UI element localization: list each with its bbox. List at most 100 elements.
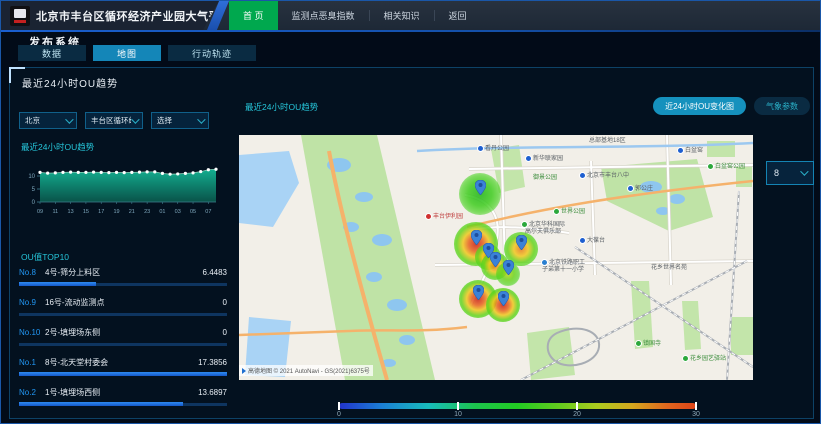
svg-text:23: 23 <box>144 209 150 215</box>
header-divider <box>1 30 820 32</box>
svg-text:11: 11 <box>52 209 58 215</box>
app-logo <box>10 6 30 26</box>
colorbar-tick <box>457 402 459 410</box>
svg-text:01: 01 <box>159 209 165 215</box>
chevron-down-icon <box>65 115 73 123</box>
colorbar-tick <box>695 402 697 410</box>
select-value: 选择 <box>157 115 197 126</box>
select-value: 丰台区循环经济产 <box>91 115 131 126</box>
map-pin-icon-6[interactable] <box>473 285 484 300</box>
svg-text:13: 13 <box>68 209 74 215</box>
rank-label: No.8 <box>19 268 45 277</box>
svg-text:05: 05 <box>190 209 196 215</box>
map-button-0[interactable]: 近24小时OU变化图 <box>653 97 746 115</box>
filter-select-1[interactable]: 丰台区循环经济产 <box>85 112 143 129</box>
panel-title: 最近24小时OU趋势 <box>22 75 118 90</box>
map-zoom-value: 8 <box>774 168 800 178</box>
top-nav: 首 页监测点恶臭指数相关知识返回 <box>229 1 481 30</box>
map[interactable]: 高德地图 © 2021 AutoNavi - GS(2021)6375号 看丹公… <box>239 135 753 380</box>
main-panel: 最近24小时OU趋势 北京丰台区循环经济产选择 最近24小时OU趋势 05100… <box>9 67 814 419</box>
svg-text:19: 19 <box>113 209 119 215</box>
map-pin-icon-1[interactable] <box>471 230 482 245</box>
nav-item-2[interactable]: 相关知识 <box>370 1 434 30</box>
value-bar-fill <box>19 372 227 376</box>
colorbar-tick <box>338 402 340 410</box>
filter-selects-row: 北京 丰台区循环经济产 选择 <box>19 112 209 129</box>
top-list-row-1[interactable]: No.916号-流动监测点0 <box>19 293 227 323</box>
rank-label: No.10 <box>19 328 45 337</box>
value-bar-fill <box>19 282 96 286</box>
map-pin-icon-4[interactable] <box>516 235 527 250</box>
filter-select-2[interactable]: 选择 <box>151 112 209 129</box>
chart-title: 最近24小时OU趋势 <box>21 141 94 153</box>
nav-item-3[interactable]: 返回 <box>435 1 481 30</box>
ou-top-list: No.84号-筛分上料区6.4483No.916号-流动监测点0No.102号-… <box>19 263 227 413</box>
station-name: 2号-填埋场东侧 <box>45 327 223 338</box>
svg-text:10: 10 <box>28 174 35 180</box>
ou-value: 0 <box>223 298 227 307</box>
svg-text:07: 07 <box>205 209 211 215</box>
rank-label: No.9 <box>19 298 45 307</box>
tab-1[interactable]: 地图 <box>93 45 161 61</box>
map-attribution-text: 高德地图 © 2021 AutoNavi - GS(2021)6375号 <box>248 366 370 375</box>
station-name: 4号-筛分上料区 <box>45 267 203 278</box>
top-list-row-2[interactable]: No.102号-填埋场东侧0 <box>19 323 227 353</box>
top-list-row-0[interactable]: No.84号-筛分上料区6.4483 <box>19 263 227 293</box>
heatmap-colorbar <box>339 403 696 409</box>
nav-item-1[interactable]: 监测点恶臭指数 <box>278 1 369 30</box>
top-list-row-line: No.102号-填埋场东侧0 <box>19 323 227 338</box>
value-bar-track <box>19 313 227 316</box>
tab-2[interactable]: 行动轨迹 <box>168 45 256 61</box>
ou-trend-chart: 0510091113151719212301030507 <box>18 156 228 222</box>
value-bar-track <box>19 343 227 346</box>
map-pin-icon-7[interactable] <box>498 291 509 306</box>
map-pin-icon-5[interactable] <box>503 260 514 275</box>
map-zoom-select[interactable]: 8 <box>766 161 814 185</box>
svg-text:03: 03 <box>175 209 181 215</box>
station-name: 16号-流动监测点 <box>45 297 223 308</box>
svg-text:0: 0 <box>32 200 36 206</box>
map-panel-title: 最近24小时OU趋势 <box>245 101 318 113</box>
svg-text:17: 17 <box>98 209 104 215</box>
dashboard-page: 首 页监测点恶臭指数相关知识返回 北京市丰台区循环经济产业园大气恶臭状况实时 发… <box>0 0 821 424</box>
station-name: 1号-填埋场西侧 <box>45 387 198 398</box>
svg-text:09: 09 <box>37 209 43 215</box>
tab-0[interactable]: 数据 <box>18 45 86 61</box>
top-list-row-line: No.916号-流动监测点0 <box>19 293 227 308</box>
nav-item-0[interactable]: 首 页 <box>229 1 278 30</box>
app-title-area: 北京市丰台区循环经济产业园大气恶臭状况实时 <box>1 1 219 30</box>
rank-label: No.2 <box>19 388 45 397</box>
chevron-down-icon <box>197 115 205 123</box>
colorbar-tick <box>576 402 578 410</box>
map-pin-icon-3[interactable] <box>490 252 501 267</box>
colorbar-tick-label: 0 <box>337 411 341 418</box>
map-attribution: 高德地图 © 2021 AutoNavi - GS(2021)6375号 <box>239 365 373 376</box>
svg-text:5: 5 <box>32 187 36 193</box>
value-bar-track <box>19 283 227 286</box>
ou-value: 17.3856 <box>198 358 227 367</box>
station-name: 8号-北天堂村委会 <box>45 357 198 368</box>
top-list-row-line: No.21号-填埋场西侧13.6897 <box>19 383 227 398</box>
svg-text:21: 21 <box>129 209 135 215</box>
view-tabs: 数据地图行动轨迹 <box>18 45 256 61</box>
ou-value: 6.4483 <box>203 268 227 277</box>
map-buttons: 近24小时OU变化图气象参数 <box>653 97 810 115</box>
rank-label: No.1 <box>19 358 45 367</box>
top-list-row-line: No.18号-北天堂村委会17.3856 <box>19 353 227 368</box>
ou-trend-chart-svg: 0510091113151719212301030507 <box>18 156 228 222</box>
top-list-row-3[interactable]: No.18号-北天堂村委会17.3856 <box>19 353 227 383</box>
chevron-down-icon <box>800 167 808 175</box>
ou-value: 13.6897 <box>198 388 227 397</box>
ou-value: 0 <box>223 328 227 337</box>
filter-select-0[interactable]: 北京 <box>19 112 77 129</box>
map-button-1[interactable]: 气象参数 <box>754 97 810 115</box>
top-list-row-line: No.84号-筛分上料区6.4483 <box>19 263 227 278</box>
select-value: 北京 <box>25 115 65 126</box>
top-list-row-4[interactable]: No.21号-填埋场西侧13.6897 <box>19 383 227 413</box>
colorbar-tick-label: 10 <box>454 411 462 418</box>
value-bar-track <box>19 403 227 406</box>
map-pin-icon-0[interactable] <box>475 180 486 195</box>
colorbar-tick-label: 30 <box>692 411 700 418</box>
svg-text:15: 15 <box>83 209 89 215</box>
chevron-down-icon <box>131 115 139 123</box>
